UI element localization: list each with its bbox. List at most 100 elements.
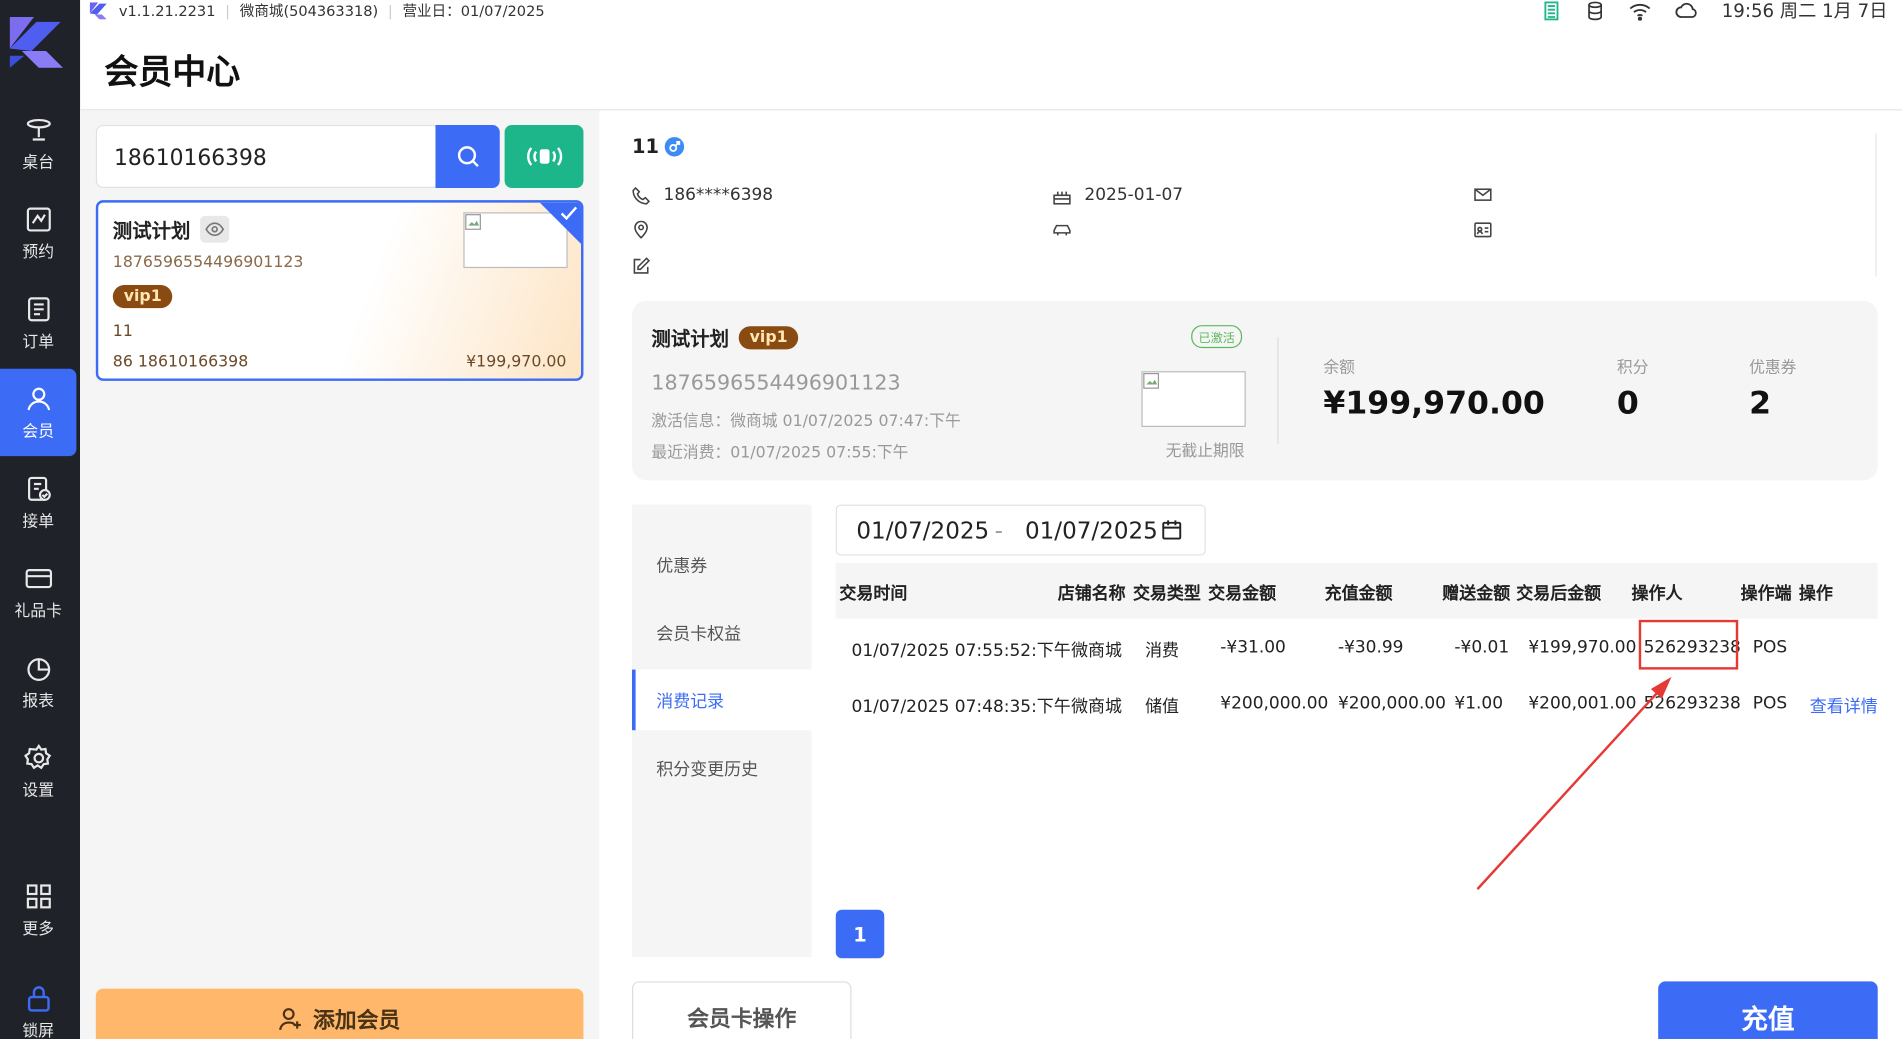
detail-tabs: 优惠券 会员卡权益 消费记录 积分变更历史 xyxy=(631,504,812,958)
page-button-current[interactable]: 1 xyxy=(835,909,885,959)
date-range-picker[interactable]: 01/07/2025 - 01/07/2025 xyxy=(835,504,1206,556)
eye-icon xyxy=(205,222,225,237)
id-card-info xyxy=(1474,221,1506,239)
nav-label: 更多 xyxy=(22,920,54,939)
page-title: 会员中心 xyxy=(104,52,241,93)
member-name: 11 xyxy=(112,322,133,341)
summary-name-row: 测试计划 vip1 xyxy=(651,323,799,352)
info-divider xyxy=(1875,133,1877,277)
address-info xyxy=(632,220,664,239)
summary-card-number: 1876596554496901123 xyxy=(651,371,901,396)
member-card-item[interactable]: 测试计划 1876596554496901123 vip1 11 86 1861… xyxy=(95,200,584,381)
male-icon xyxy=(665,136,685,156)
col-header: 交易后金额 xyxy=(1516,584,1602,605)
col-header: 操作端 xyxy=(1740,584,1792,605)
card-name: 测试计划 xyxy=(112,219,191,243)
cell-time: 01/07/2025 07:48:35:下午 xyxy=(851,697,1071,717)
card-balance: ¥199,970.00 xyxy=(466,352,567,372)
nav-item-lock[interactable]: 锁屏 xyxy=(0,968,76,1039)
report-icon xyxy=(26,657,50,681)
search-icon xyxy=(457,146,479,168)
edit-icon xyxy=(633,257,651,274)
view-card-button[interactable] xyxy=(200,215,230,243)
summary-card-name: 测试计划 xyxy=(651,327,730,351)
tab-consumption-records[interactable]: 消费记录 xyxy=(631,669,812,731)
nav-label: 订单 xyxy=(22,332,54,352)
highlight-box xyxy=(1638,619,1739,670)
col-header: 赠送金额 xyxy=(1442,584,1511,605)
col-header: 交易类型 xyxy=(1132,584,1201,605)
location-icon xyxy=(634,220,648,239)
nav-item-gift-card[interactable]: 礼品卡 xyxy=(0,548,76,635)
cell-recharge: ¥200,000.00 xyxy=(1337,693,1446,714)
points-label: 积分 xyxy=(1616,359,1649,378)
tab-points-history[interactable]: 积分变更历史 xyxy=(632,738,812,799)
cell-type: 消费 xyxy=(1145,641,1180,662)
car-info xyxy=(1053,221,1085,239)
cell-store: 微商城 xyxy=(1071,697,1123,717)
search-button[interactable] xyxy=(435,124,500,189)
tab-coupons[interactable]: 优惠券 xyxy=(632,534,812,595)
database-icon xyxy=(1588,0,1603,20)
card-operations-button[interactable]: 会员卡操作 xyxy=(631,981,852,1039)
car-icon xyxy=(1053,224,1071,236)
nav-item-report[interactable]: 报表 xyxy=(0,638,76,725)
settings-icon xyxy=(23,743,51,769)
nfc-icon xyxy=(526,147,562,166)
search-input[interactable]: 18610166398 xyxy=(95,124,437,189)
phone-info: 186****6398 xyxy=(632,186,773,205)
phone-icon xyxy=(632,186,651,204)
col-header: 交易时间 xyxy=(839,584,908,605)
col-header: 交易金额 xyxy=(1208,584,1277,605)
card-name-row: 测试计划 xyxy=(112,215,230,244)
cell-after-amount: ¥199,970.00 xyxy=(1528,638,1637,658)
printer-status-icon xyxy=(1544,0,1559,20)
cell-recharge: -¥30.99 xyxy=(1337,638,1404,658)
tab-card-benefits[interactable]: 会员卡权益 xyxy=(632,602,812,663)
coupons-value[interactable]: 2 xyxy=(1749,386,1771,422)
member-phone: 186****6398 xyxy=(663,185,774,205)
nav-item-settings[interactable]: 设置 xyxy=(0,728,76,815)
start-date[interactable]: 01/07/2025 xyxy=(856,518,989,545)
level-badge: vip1 xyxy=(112,285,173,309)
nav-label: 接单 xyxy=(22,512,54,531)
business-day: 营业日：01/07/2025 xyxy=(402,2,545,20)
last-consume-info: 最近消费：01/07/2025 07:55:下午 xyxy=(651,443,909,463)
cell-time: 01/07/2025 07:55:52:下午 xyxy=(851,641,1071,662)
check-icon xyxy=(560,206,578,221)
status-bar: v1.1.21.2231 | 微商城(504363318) | 营业日：01/07/… xyxy=(80,0,1902,22)
nav-item-more[interactable]: 更多 xyxy=(0,866,76,953)
end-date[interactable]: 01/07/2025 xyxy=(1025,518,1158,545)
view-details-link[interactable]: 查看详情 xyxy=(1810,694,1878,718)
nav-item-accept-order[interactable]: 接单 xyxy=(0,459,76,546)
nav-item-table[interactable]: 桌台 xyxy=(0,99,76,186)
dish-icon xyxy=(26,118,51,140)
recharge-button[interactable]: 充值 xyxy=(1658,981,1878,1039)
edit-info[interactable] xyxy=(632,257,664,275)
cell-bonus: ¥1.00 xyxy=(1454,693,1504,714)
nav-item-order[interactable]: 订单 xyxy=(0,279,76,366)
cell-amount: -¥31.00 xyxy=(1220,638,1286,658)
nfc-read-button[interactable] xyxy=(504,124,584,189)
order-icon xyxy=(27,296,50,321)
summary-level-badge: vip1 xyxy=(738,325,799,349)
calendar-icon[interactable] xyxy=(1161,519,1183,541)
nav-label: 桌台 xyxy=(22,153,54,172)
cake-icon xyxy=(1053,191,1071,204)
cell-amount: ¥200,000.00 xyxy=(1220,693,1329,714)
app-logo xyxy=(9,16,64,68)
nav-label: 锁屏 xyxy=(22,1021,54,1039)
col-header: 充值金额 xyxy=(1324,584,1393,605)
summary-divider xyxy=(1277,337,1279,444)
add-member-button[interactable]: 添加会员 xyxy=(95,988,584,1039)
member-phone: 86 18610166398 xyxy=(112,352,249,372)
points-value[interactable]: 0 xyxy=(1617,386,1639,422)
side-nav: 桌台 预约 订单 会员 接单 礼品卡 报表 设置 更多 锁屏 xyxy=(0,0,81,1039)
member-name: 11 xyxy=(631,134,659,158)
nav-item-member[interactable]: 会员 xyxy=(0,368,77,457)
cell-type: 储值 xyxy=(1145,697,1180,717)
email-info xyxy=(1474,186,1506,204)
col-header: 操作人 xyxy=(1631,584,1683,605)
nav-label: 报表 xyxy=(22,692,54,711)
nav-item-reservation[interactable]: 预约 xyxy=(0,189,76,276)
